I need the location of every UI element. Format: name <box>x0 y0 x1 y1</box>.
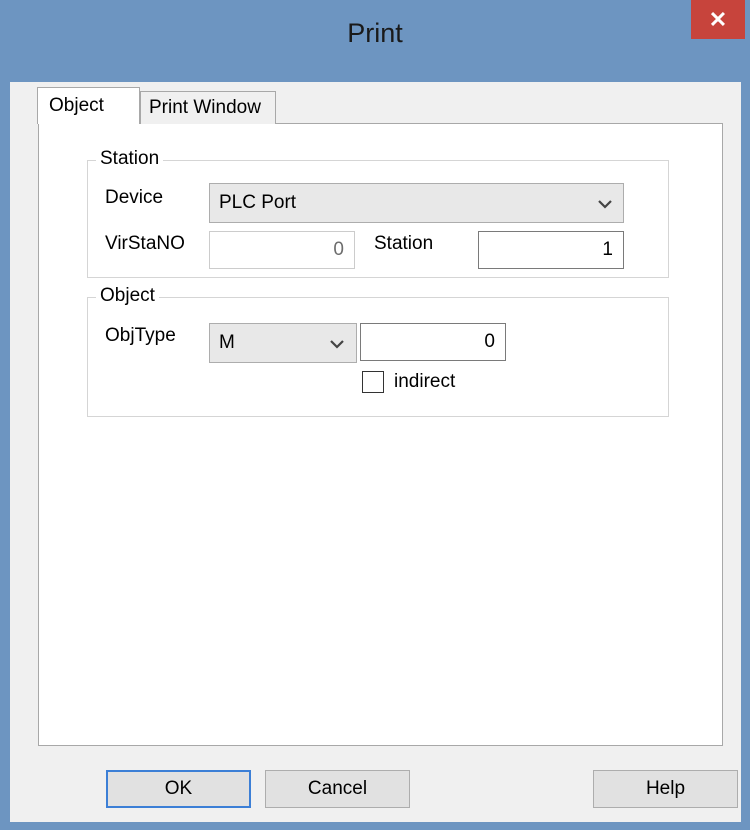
title-bar[interactable]: Print ✕ <box>0 0 750 80</box>
objtype-select-value: M <box>219 332 235 353</box>
tab-object[interactable]: Object <box>37 87 140 124</box>
objtype-select[interactable]: M <box>209 323 357 363</box>
object-address-field[interactable]: 0 <box>360 323 506 361</box>
tab-panel-object: Station Device PLC Port VirStaNO 0 Stati… <box>38 123 723 746</box>
device-label: Device <box>105 187 164 208</box>
object-groupbox: Object ObjType M 0 indirect <box>87 285 669 417</box>
device-select-value: PLC Port <box>219 192 297 213</box>
tab-print-window[interactable]: Print Window <box>140 91 276 124</box>
indirect-label: indirect <box>394 371 456 392</box>
station-group-label: Station <box>96 148 164 170</box>
station-groupbox: Station Device PLC Port VirStaNO 0 Stati… <box>87 148 669 278</box>
chevron-down-icon <box>330 340 344 349</box>
virstano-field: 0 <box>209 231 355 269</box>
indirect-checkbox[interactable] <box>362 371 384 393</box>
station-label: Station <box>374 233 434 254</box>
virstano-label: VirStaNO <box>105 233 185 254</box>
close-button[interactable]: ✕ <box>691 0 745 39</box>
window-title: Print <box>347 18 403 48</box>
object-group-label: Object <box>96 285 159 307</box>
station-field[interactable]: 1 <box>478 231 624 269</box>
objtype-label: ObjType <box>105 325 176 346</box>
help-button[interactable]: Help <box>593 770 738 808</box>
cancel-button[interactable]: Cancel <box>265 770 410 808</box>
print-dialog: Print ✕ Object Print Window Station Devi… <box>0 0 750 830</box>
chevron-down-icon <box>598 200 612 209</box>
device-select[interactable]: PLC Port <box>209 183 624 223</box>
dialog-client-area: Object Print Window Station Device PLC P… <box>10 82 741 822</box>
ok-button[interactable]: OK <box>106 770 251 808</box>
close-icon: ✕ <box>708 7 728 32</box>
